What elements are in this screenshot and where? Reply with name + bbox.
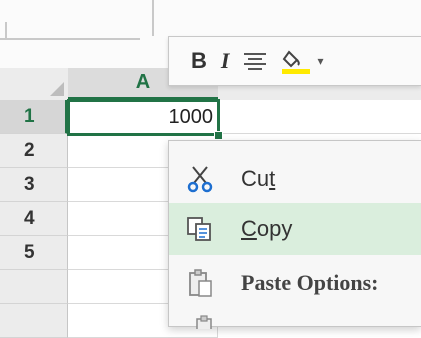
fill-color-icon[interactable] (281, 48, 311, 74)
menu-item-copy[interactable]: Copy (169, 203, 421, 255)
row-header-5[interactable]: 5 (0, 236, 68, 270)
menu-item-copy-label: Copy (241, 216, 293, 241)
row-header-4[interactable]: 4 (0, 202, 68, 236)
menu-item-paste-options: Paste Options: (169, 257, 421, 309)
cell-a1-selected[interactable]: 1000 (67, 99, 220, 136)
mini-toolbar: B I ▾ (168, 36, 421, 86)
select-all-corner[interactable] (0, 68, 69, 101)
menu-item-cut-label: Cut (241, 166, 276, 191)
cell-b1[interactable] (218, 100, 421, 134)
ribbon-divider (0, 38, 140, 40)
fill-handle[interactable] (214, 131, 223, 140)
context-menu: Cut Copy Paste Options: (168, 140, 421, 329)
row-header-7[interactable] (0, 304, 68, 338)
row-header-6[interactable] (0, 270, 68, 304)
bold-button[interactable]: B (191, 50, 207, 72)
cell-a1-value: 1000 (168, 106, 214, 128)
fill-color-dropdown-arrow[interactable]: ▾ (317, 54, 323, 68)
scissors-icon (181, 163, 219, 195)
ribbon-divider (5, 22, 7, 40)
menu-item-cut[interactable]: Cut (169, 153, 421, 205)
select-all-triangle (50, 82, 64, 96)
align-center-icon[interactable] (243, 51, 267, 71)
menu-item-paste-options-label: Paste Options: (241, 270, 379, 295)
row-header-1[interactable]: 1 (0, 100, 68, 134)
copy-icon (181, 213, 219, 245)
italic-button[interactable]: I (221, 50, 230, 72)
row-header-3[interactable]: 3 (0, 168, 68, 202)
ribbon-divider (152, 0, 154, 36)
clipboard-icon (181, 267, 219, 299)
row-header-2[interactable]: 2 (0, 134, 68, 168)
